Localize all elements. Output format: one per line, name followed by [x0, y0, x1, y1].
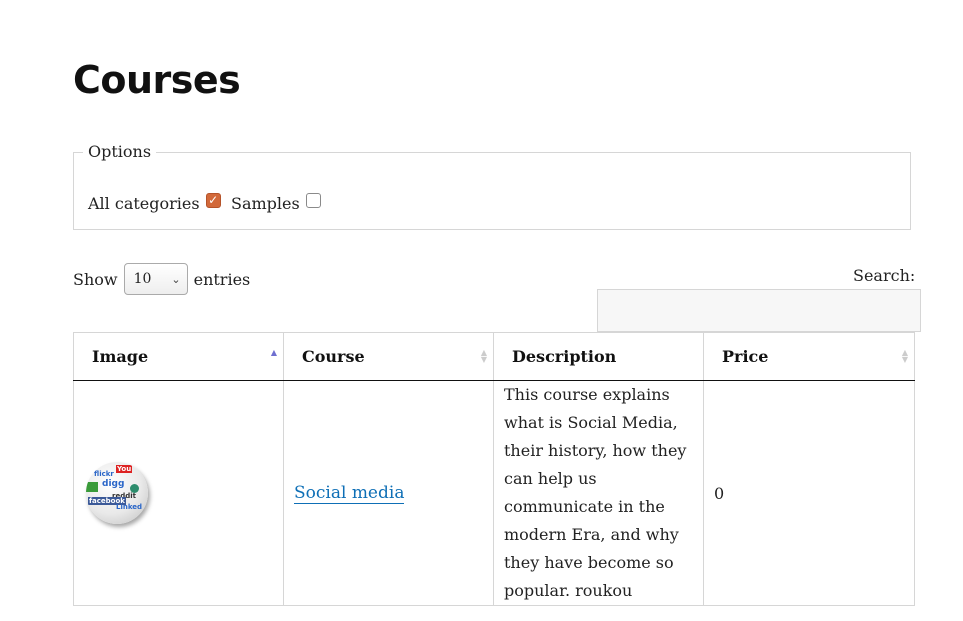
show-label: Show: [73, 269, 118, 289]
entries-length-control: Show 10 ⌄ entries: [73, 263, 250, 295]
all-categories-label: All categories: [88, 194, 200, 213]
samples-option[interactable]: Samples: [231, 193, 321, 213]
column-header-description[interactable]: Description: [493, 332, 704, 381]
table-header-row: Image ▲ Course ▲ ▼ Description Price ▲ ▼: [73, 332, 915, 381]
chevron-down-icon: ⌄: [171, 272, 181, 286]
samples-checkbox[interactable]: [305, 193, 321, 208]
options-legend: Options: [83, 142, 157, 161]
column-header-image[interactable]: Image ▲: [73, 332, 284, 381]
price-cell: 0: [703, 380, 915, 606]
description-cell: This course explains what is Social Medi…: [493, 380, 704, 606]
sort-both-icon: ▲ ▼: [480, 348, 487, 364]
column-header-course[interactable]: Course ▲ ▼: [283, 332, 494, 381]
sort-asc-icon: ▲: [270, 348, 277, 357]
search-input[interactable]: [597, 289, 921, 332]
column-header-price[interactable]: Price ▲ ▼: [703, 332, 915, 381]
social-media-globe-icon: flickr You digg reddit facebook Linked: [86, 462, 148, 524]
all-categories-option[interactable]: All categories ✓: [88, 193, 221, 213]
entries-label: entries: [193, 269, 251, 289]
entries-select-value: 10: [133, 271, 152, 287]
samples-label: Samples: [231, 194, 300, 213]
options-fieldset: Options All categories ✓ Samples: [73, 142, 911, 230]
table-row: flickr You digg reddit facebook Linked S…: [73, 380, 915, 606]
entries-select[interactable]: 10 ⌄: [123, 263, 188, 295]
sort-both-icon: ▲ ▼: [901, 348, 908, 364]
image-cell: flickr You digg reddit facebook Linked: [73, 380, 284, 606]
all-categories-checkbox[interactable]: ✓: [205, 193, 221, 208]
page-title: Courses: [73, 58, 241, 102]
course-cell: Social media: [283, 380, 494, 606]
search-label: Search:: [853, 266, 916, 285]
courses-table: Image ▲ Course ▲ ▼ Description Price ▲ ▼ f…: [73, 332, 915, 606]
course-link[interactable]: Social media: [294, 483, 405, 504]
